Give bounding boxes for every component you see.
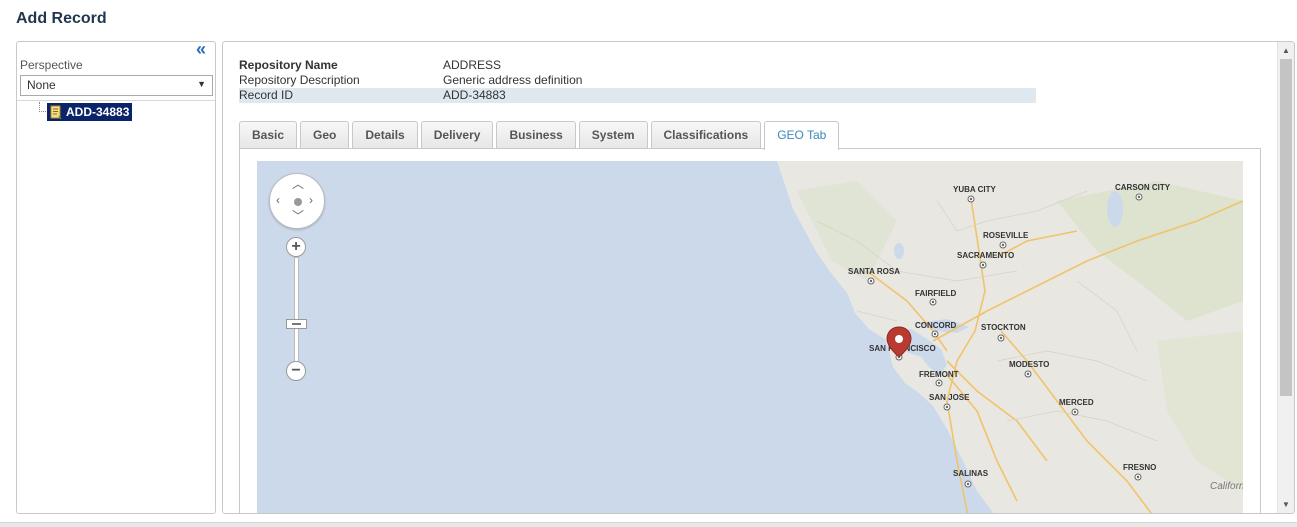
tab-geo[interactable]: Geo xyxy=(300,121,350,149)
tree-divider xyxy=(17,100,215,101)
pan-center-icon xyxy=(294,198,302,206)
map-label-salinas: SALINAS xyxy=(953,469,989,478)
map-label-santa-rosa: SANTA ROSA xyxy=(848,267,900,276)
page-title: Add Record xyxy=(16,10,107,27)
document-icon xyxy=(50,105,62,119)
tab-content: YUBA CITY CARSON CITY ROSEVILLE SACRAMEN… xyxy=(239,148,1261,513)
map-view[interactable]: YUBA CITY CARSON CITY ROSEVILLE SACRAMEN… xyxy=(257,161,1243,513)
zoom-in-button[interactable]: + xyxy=(286,237,306,257)
tab-details[interactable]: Details xyxy=(352,121,418,149)
perspective-select[interactable]: None ▼ xyxy=(20,75,213,96)
chevron-down-icon[interactable]: ﹀ xyxy=(292,210,304,222)
info-label: Repository Name xyxy=(239,58,338,72)
vertical-scrollbar[interactable]: ▲ ▼ xyxy=(1277,42,1294,513)
tab-basic[interactable]: Basic xyxy=(239,121,298,149)
tab-classifications[interactable]: Classifications xyxy=(650,121,762,149)
chevron-up-icon[interactable]: ︿ xyxy=(292,178,304,190)
zoom-out-button[interactable]: − xyxy=(286,361,306,381)
dropdown-arrow-icon: ▼ xyxy=(197,79,206,89)
info-value: Generic address definition xyxy=(443,73,583,87)
map-label-yuba-city: YUBA CITY xyxy=(953,185,996,194)
map-label-merced: MERCED xyxy=(1059,398,1094,407)
zoom-slider-handle[interactable] xyxy=(286,319,307,329)
double-chevron-left-icon[interactable]: « xyxy=(196,40,212,58)
record-panel: Repository Name ADDRESS Repository Descr… xyxy=(222,41,1295,514)
record-info: Repository Name ADDRESS Repository Descr… xyxy=(239,58,1036,103)
map-label-roseville: ROSEVILLE xyxy=(983,231,1029,240)
map-canvas: YUBA CITY CARSON CITY ROSEVILLE SACRAMEN… xyxy=(777,161,1243,513)
tree-node-record[interactable]: ADD-34883 xyxy=(47,103,133,121)
map-label-fremont: FREMONT xyxy=(919,370,959,379)
perspective-panel: « Perspective None ▼ ADD-34883 xyxy=(16,40,216,514)
info-value: ADD-34883 xyxy=(443,88,506,102)
scroll-down-icon[interactable]: ▼ xyxy=(1282,500,1290,509)
info-row-record-id: Record ID ADD-34883 xyxy=(239,88,1036,103)
chevron-left-icon[interactable]: ‹ xyxy=(276,194,280,206)
map-label-fresno: FRESNO xyxy=(1123,463,1156,472)
horizontal-scrollbar[interactable] xyxy=(0,522,1297,527)
info-row-repository-description: Repository Description Generic address d… xyxy=(239,73,1036,88)
chevron-right-icon[interactable]: › xyxy=(309,194,313,206)
perspective-value: None xyxy=(27,78,56,92)
info-label: Record ID xyxy=(239,88,294,102)
map-pan-control[interactable]: ︿ ‹ › ﹀ xyxy=(269,173,325,229)
tab-geo-tab[interactable]: GEO Tab xyxy=(764,121,840,150)
tab-delivery[interactable]: Delivery xyxy=(420,121,494,149)
map-label-sacramento: SACRAMENTO xyxy=(957,251,1014,260)
map-label-fairfield: FAIRFIELD xyxy=(915,289,957,298)
perspective-label: Perspective xyxy=(20,58,83,72)
scroll-up-icon[interactable]: ▲ xyxy=(1282,46,1290,55)
info-label: Repository Description xyxy=(239,73,360,87)
tab-system[interactable]: System xyxy=(578,121,648,149)
map-label-carson-city: CARSON CITY xyxy=(1115,183,1171,192)
tree-node-label: ADD-34883 xyxy=(66,105,130,119)
tab-bar: Basic Geo Details Delivery Business Syst… xyxy=(239,121,840,150)
info-row-repository-name: Repository Name ADDRESS xyxy=(239,58,1036,73)
info-value: ADDRESS xyxy=(443,58,502,72)
scrollbar-thumb[interactable] xyxy=(1280,59,1292,396)
map-label-modesto: MODESTO xyxy=(1009,360,1049,369)
map-label-stockton: STOCKTON xyxy=(981,323,1026,332)
zoom-slider[interactable] xyxy=(294,257,299,377)
map-label-concord: CONCORD xyxy=(915,321,957,330)
tab-business[interactable]: Business xyxy=(496,121,576,149)
map-label-san-jose: SAN JOSE xyxy=(929,393,970,402)
map-label-region: Californ xyxy=(1210,481,1243,492)
